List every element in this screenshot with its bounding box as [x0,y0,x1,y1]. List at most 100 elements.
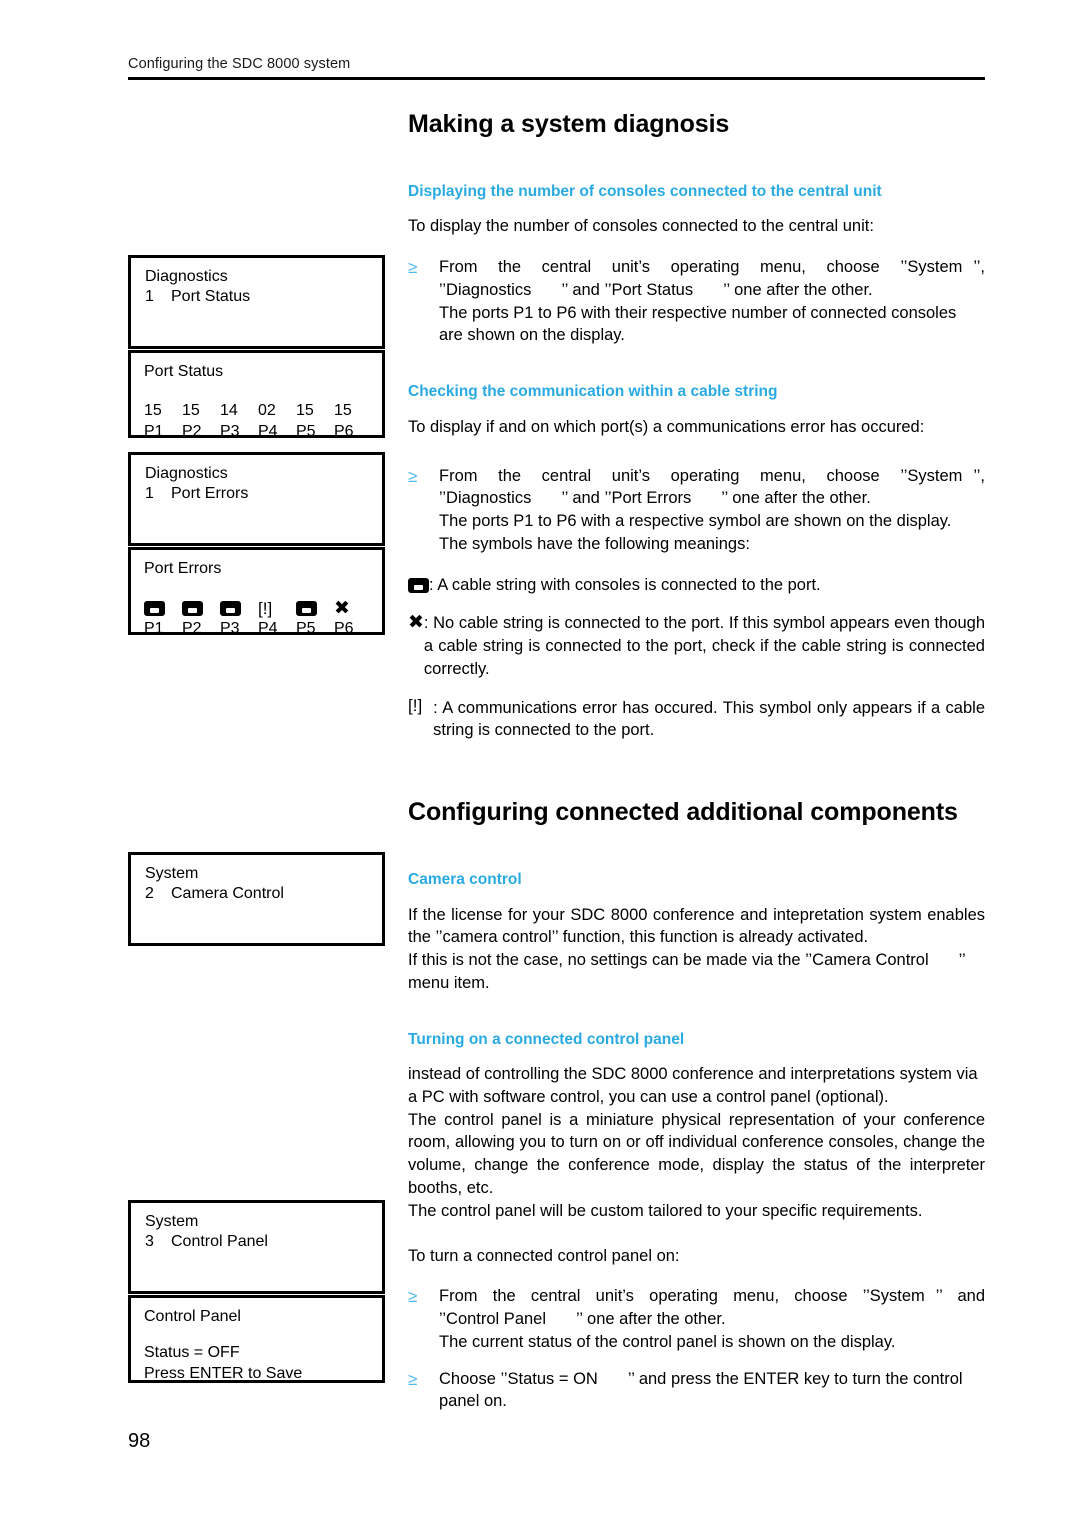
header-divider [128,77,985,80]
port-value: 15 [334,402,352,420]
paragraph-control-panel-2: The control panel is a miniature physica… [408,1110,985,1198]
paragraph-camera-control-b: If this is not the case, no settings can… [408,951,929,970]
lcd-save-hint: Press ENTER to Save [144,1364,303,1382]
lcd-control-panel-status: Control Panel Status = OFF Press ENTER t… [128,1295,385,1383]
subheading-displaying-number-of-consoles: Displaying the number of consoles connec… [408,182,882,200]
lcd-item-label: Control Panel [171,1233,268,1251]
step-check-communication: ≥ From the central unit’s operating menu… [408,465,985,556]
step-line-text: ’’Diagnostics [439,280,532,299]
port-label: P6 [334,620,354,638]
port-column: [!] P4 [258,597,296,639]
step-bullet-icon: ≥ [408,258,418,278]
intro-text-turn-on-control-panel: To turn a connected control panel on: [408,1246,680,1265]
step-line-text: Choose ’’Status = ON [439,1369,598,1388]
step-line-text: ’’Control Panel [439,1310,547,1329]
step-bullet-icon: ≥ [408,1287,418,1307]
section-title-configuring-connected-additional-components: Configuring connected additional compone… [408,798,958,827]
port-label: P3 [220,620,240,638]
step-line-text: ’’ one after the other. [576,1310,726,1329]
step-display-console-count: ≥ From the central unit’s operating menu… [408,256,985,347]
lcd-item-index: 3 [145,1233,154,1251]
port-label: P2 [182,620,202,638]
port-column: 15 P2 [182,400,220,442]
port-label: P1 [144,423,164,441]
legend-row-console: : A cable string with consoles is connec… [408,574,985,597]
port-label: P6 [334,423,354,441]
port-column: 15 P5 [296,400,334,442]
legend-row-comms-error: [!] : A communications error has occured… [408,697,985,743]
lcd-system-camera-control: System 2 Camera Control [128,852,385,946]
port-column: 15 P1 [144,400,182,442]
port-column: P3 [220,597,258,639]
step-line-text: From the central unit’s operating menu, … [439,258,963,277]
step-line-text: The current status of the control panel … [439,1332,896,1351]
step-line-text: From the central unit’s operating menu, … [439,466,963,485]
port-value: 15 [182,402,200,420]
subheading-checking-communication: Checking the communication within a cabl… [408,383,778,401]
console-icon [408,577,429,593]
lcd-line-title: Port Status [144,363,224,380]
step-bullet-icon: ≥ [408,466,418,486]
lcd-port-errors: Port Errors P1 P2 P3 [!] P4 P5 ✖ P6 [128,547,385,637]
port-column: 15 P6 [334,400,372,442]
legend-text-no-cable: : No cable string is connected to the po… [423,614,985,678]
port-label: P5 [296,423,316,441]
port-column: 02 P4 [258,400,296,442]
intro-text-checking-communication: To display if and on which port(s) a com… [408,417,925,436]
console-icon [182,600,203,616]
subheading-camera-control: Camera control [408,870,522,888]
lcd-item-index: 1 [145,485,154,503]
console-icon [296,600,317,616]
lcd-line-title: System [145,1213,199,1230]
legend-text-console: : A cable string with consoles is connec… [429,575,821,594]
paragraph-camera-control-a: If the license for your SDC 8000 confere… [408,905,985,947]
lcd-line-title: System [145,865,199,882]
step-line-text: The ports P1 to P6 with their respective… [439,303,957,322]
port-value: 14 [220,402,238,420]
lcd-item-label: Port Errors [171,485,249,503]
port-value: 02 [258,402,276,420]
lcd-item-index: 1 [145,288,154,306]
port-column: P1 [144,597,182,639]
section-title-making-a-system-diagnosis: Making a system diagnosis [408,110,730,138]
legend-row-no-cable: ✖ : No cable string is connected to the … [408,612,985,680]
lcd-item-label: Port Status [171,288,251,306]
step-line-text: From the central unit’s operating menu, … [439,1287,925,1306]
step-line-text: ’’ and ’’Port Status [561,280,694,299]
port-column: ✖ P6 [334,597,372,639]
console-icon [144,600,165,616]
step-line-text: panel on. [439,1392,507,1411]
subheading-turning-on-control-panel: Turning on a connected control panel [408,1030,685,1048]
cross-icon: ✖ [408,611,424,634]
step-line-text: ’’, [973,258,985,277]
lcd-system-control-panel: System 3 Control Panel [128,1200,385,1294]
page-number: 98 [128,1430,151,1452]
paragraph-camera-control-c: menu item. [408,973,490,992]
step-line-text: ’’ and [935,1287,985,1306]
main-content: Making a system diagnosis Displaying the… [408,110,985,1413]
step-line-text: ’’Diagnostics [439,489,532,508]
port-label: P1 [144,620,164,638]
step-set-status-on: ≥ Choose ’’Status = ON ’’ and press the E… [408,1368,985,1414]
port-status-grid: 15 P1 15 P2 14 P3 02 P4 15 P5 15 P6 [144,400,382,442]
port-column: 14 P3 [220,400,258,442]
error-bracket-icon: [!] [408,695,423,715]
port-label: P4 [258,620,278,638]
page-header: Configuring the SDC 8000 system [128,56,985,80]
port-label: P5 [296,620,316,638]
port-label: P4 [258,423,278,441]
port-label: P3 [220,423,240,441]
step-line-text: ’’ one after the other. [723,280,873,299]
port-value: 15 [144,402,162,420]
step-line-text: ’’ and ’’Port Errors [561,489,692,508]
intro-text-displaying-consoles: To display the number of consoles connec… [408,217,874,236]
paragraph-camera-control-b-quote: ’’ [958,951,966,970]
step-line-text: ’’ one after the other. [721,489,871,508]
step-open-control-panel-menu: ≥ From the central unit’s operating menu… [408,1285,985,1353]
port-column: P2 [182,597,220,639]
lcd-line-title: Diagnostics [145,465,228,482]
cross-icon: ✖ [334,596,350,619]
error-bracket-icon: [!] [258,598,273,618]
running-header-text: Configuring the SDC 8000 system [128,56,351,72]
step-bullet-icon: ≥ [408,1369,418,1389]
